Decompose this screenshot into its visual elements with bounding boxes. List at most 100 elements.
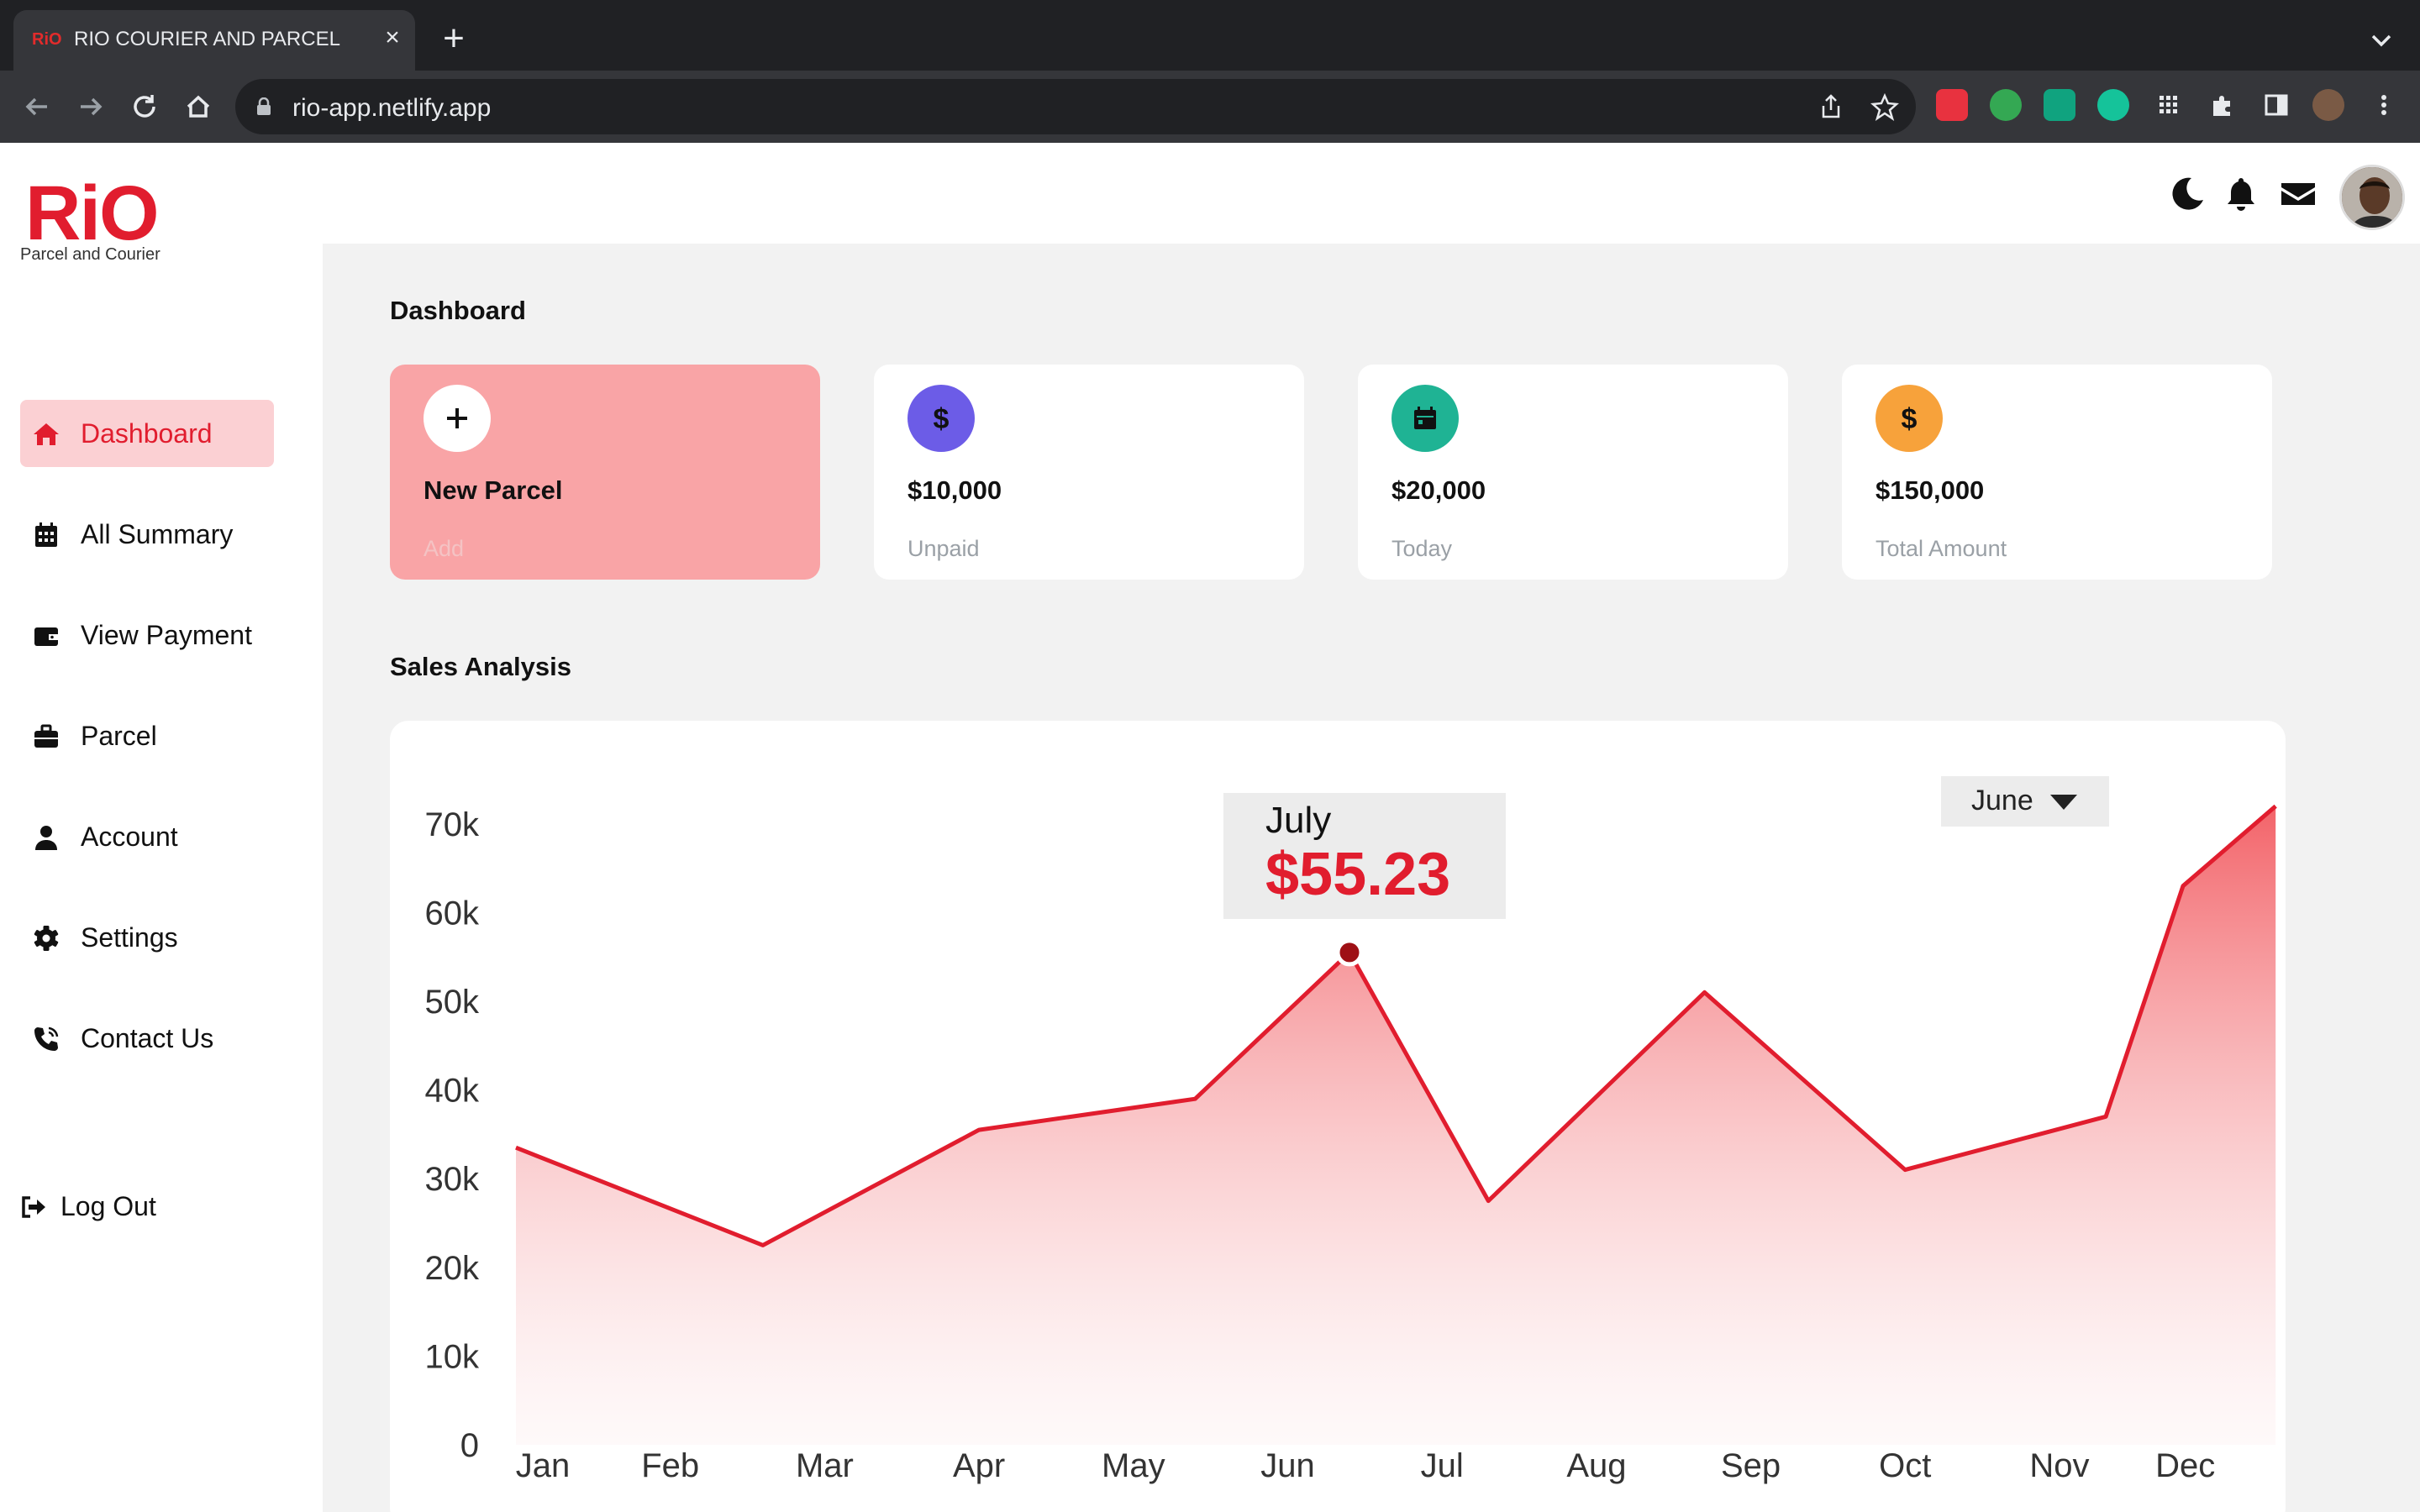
bookmark-star-icon[interactable] [1870,92,1899,121]
extension-red-icon[interactable] [1936,89,1968,121]
svg-text:$: $ [934,403,950,435]
dollar-icon: $ [908,385,975,452]
unpaid-card[interactable]: $ $10,000 Unpaid [874,365,1304,580]
side-panel-icon[interactable] [2260,89,2292,121]
y-tick-label: 50k [425,984,480,1021]
sales-analysis-title: Sales Analysis [390,652,571,681]
sidebar-item-view-payment[interactable]: View Payment [20,601,274,669]
envelope-icon[interactable] [2279,175,2317,213]
tab-search-chevron-icon[interactable] [2366,25,2396,55]
browser-tab-bar: RiO RIO COURIER AND PARCEL × + [0,0,2420,71]
extensions-puzzle-icon[interactable] [2207,89,2238,121]
svg-text:$: $ [1902,403,1918,435]
x-tick-label: Dec [2155,1447,2215,1484]
wallet-icon [34,627,58,646]
phone-icon [34,1026,59,1051]
sidebar-item-contact-us[interactable]: Contact Us [20,1005,274,1072]
sidebar-item-label: Contact Us [81,1023,214,1053]
month-select[interactable]: June [1941,776,2109,827]
sidebar-item-label: View Payment [81,620,252,650]
x-tick-label: May [1102,1447,1165,1484]
sidebar-item-account[interactable]: Account [20,803,274,870]
lock-icon [257,97,271,115]
extension-android-icon[interactable] [1990,89,2022,121]
card-value: New Parcel [424,475,563,505]
dollar-icon: $ [1876,385,1943,452]
sidebar-item-label: Settings [81,922,178,953]
logo-tagline: Parcel and Courier [20,245,160,264]
avatar[interactable] [2339,165,2405,230]
sidebar-item-all-summary[interactable]: All Summary [20,501,274,568]
bell-icon[interactable] [2222,175,2260,213]
sidebar-item-label: Parcel [81,721,157,751]
card-label: Add [424,536,465,561]
browser-tab[interactable]: RiO RIO COURIER AND PARCEL × [13,10,415,71]
y-tick-label: 0 [460,1427,479,1464]
avatar-portrait [2342,167,2402,228]
total-amount-card[interactable]: $ $150,000 Total Amount [1842,365,2272,580]
sidebar-item-label: Account [81,822,178,852]
tab-favicon: RiO [32,30,62,49]
x-tick-label: Apr [953,1447,1005,1484]
new-parcel-card[interactable]: New Parcel Add [390,365,820,580]
caret-down-icon [2050,795,2077,810]
extension-chatgpt-icon[interactable] [2044,89,2075,121]
sidebar-item-label: All Summary [81,519,234,549]
sidebar-item-dashboard[interactable]: Dashboard [20,400,274,467]
today-card[interactable]: $20,000 Today [1358,365,1788,580]
x-tick-label: Jun [1260,1447,1315,1484]
sidebar-item-parcel[interactable]: Parcel [20,702,274,769]
logout-button[interactable]: Log Out [7,1173,260,1240]
y-tick-label: 20k [425,1250,480,1287]
sign-out-icon [22,1196,45,1218]
plus-icon [424,385,491,452]
forward-arrow-icon[interactable] [71,87,111,127]
sidebar: RiO Parcel and Courier Dashboard All Sum… [0,143,323,1512]
extension-grid-icon[interactable] [2153,89,2185,121]
profile-avatar-icon[interactable] [2312,89,2344,121]
y-tick-label: 70k [425,806,480,843]
x-tick-label: Nov [2029,1447,2089,1484]
tab-title: RIO COURIER AND PARCEL [74,28,340,50]
card-value: $10,000 [908,475,1002,505]
x-tick-label: Jul [1421,1447,1464,1484]
card-value: $150,000 [1876,475,1985,505]
home-icon [34,423,59,445]
browser-menu-icon[interactable] [2368,89,2400,121]
user-icon [35,826,57,850]
x-tick-label: Sep [1721,1447,1781,1484]
new-tab-button[interactable]: + [437,20,471,57]
card-label: Total Amount [1876,536,2007,561]
extension-grammarly-icon[interactable] [2097,89,2129,121]
calendar-grid-icon [35,522,57,547]
back-arrow-icon[interactable] [17,87,57,127]
tooltip-month: July [1265,800,1332,841]
sidebar-item-settings[interactable]: Settings [20,904,274,971]
y-tick-label: 40k [425,1073,480,1110]
gear-icon [34,926,59,951]
sidebar-item-label: Dashboard [81,418,213,449]
share-icon[interactable] [1817,92,1845,121]
logo[interactable]: RiO [25,175,160,252]
address-bar[interactable]: rio-app.netlify.app [235,79,1916,134]
reload-icon[interactable] [124,87,165,127]
page-title: Dashboard [390,296,526,325]
card-label: Today [1392,536,1453,561]
x-tick-label: Feb [641,1447,699,1484]
y-tick-label: 10k [425,1338,480,1375]
card-label: Unpaid [908,536,980,561]
briefcase-icon [34,724,58,748]
tab-close-icon[interactable]: × [378,24,407,52]
tooltip-value: $55.23 [1265,841,1451,908]
card-value: $20,000 [1392,475,1486,505]
y-tick-label: 60k [425,895,480,932]
browser-toolbar: rio-app.netlify.app [0,71,2420,143]
highlight-point[interactable] [1335,938,1364,967]
home-browser-icon[interactable] [178,87,218,127]
moon-icon[interactable] [2168,175,2207,213]
month-select-value: June [1971,785,2033,816]
url-text: rio-app.netlify.app [292,94,492,122]
calendar-icon [1392,385,1459,452]
x-tick-label: Mar [796,1447,854,1484]
chart-tooltip: July $55.23 [1223,793,1506,919]
